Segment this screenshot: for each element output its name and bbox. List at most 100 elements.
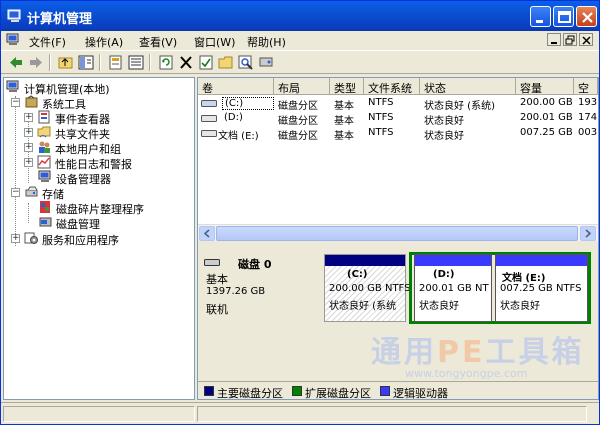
drive-icon [201, 130, 217, 137]
system-menu-icon[interactable] [6, 33, 21, 47]
column-header-free[interactable]: 空 [574, 78, 598, 95]
free-cell: 193 [578, 97, 598, 108]
tree-label: 磁盘管理 [56, 218, 100, 231]
scroll-left-button[interactable] [199, 226, 215, 241]
toolbar [1, 50, 599, 74]
disk-icon [204, 259, 220, 266]
horizontal-scrollbar[interactable] [198, 224, 598, 241]
menu-view[interactable]: 查看(V) [139, 34, 177, 50]
partition-bar [415, 255, 491, 266]
scroll-thumb[interactable] [216, 226, 578, 241]
column-header-volume[interactable]: 卷 [198, 78, 274, 95]
disk-name: 磁盘 0 [238, 258, 272, 271]
legend-label-extended: 扩展磁盘分区 [305, 387, 371, 400]
column-header-layout[interactable]: 布局 [274, 78, 330, 95]
export-list-icon[interactable] [127, 54, 145, 71]
capacity-cell: 200.01 GB [520, 112, 573, 123]
properties-icon[interactable] [107, 54, 125, 71]
collapse-icon[interactable]: − [11, 98, 20, 107]
column-header-filesystem[interactable]: 文件系统 [364, 78, 420, 95]
disk-management-icon [39, 217, 52, 227]
tree-item-device-manager[interactable]: 设备管理器 [38, 170, 190, 186]
tree-item-disk-management[interactable]: 磁盘管理 [38, 215, 190, 231]
menu-file[interactable]: 文件(F) [29, 34, 66, 50]
refresh-icon[interactable] [157, 54, 175, 71]
close-button[interactable] [576, 6, 597, 27]
volume-cell: 文档 (E:) [218, 131, 259, 142]
drive-icon [201, 115, 217, 122]
expand-icon[interactable]: + [24, 128, 33, 137]
collapse-icon[interactable]: − [11, 188, 20, 197]
partition-size: 007.25 GB NTFS [500, 283, 582, 294]
volume-cell: (C:) [222, 97, 274, 110]
mdi-restore-button[interactable] [563, 33, 577, 46]
menu-window[interactable]: 窗口(W) [194, 34, 235, 50]
column-header-capacity[interactable]: 容量 [516, 78, 574, 95]
disk-properties-icon[interactable] [257, 54, 275, 71]
up-folder-icon[interactable] [57, 54, 75, 71]
column-header-type[interactable]: 类型 [330, 78, 364, 95]
tree-item-event-viewer[interactable]: + 事件查看器 [24, 110, 190, 126]
event-viewer-icon [38, 110, 50, 124]
partition-bar [496, 255, 587, 266]
column-header-status[interactable]: 状态 [420, 78, 516, 95]
tree-item-shared-folders[interactable]: + 共享文件夹 [24, 125, 190, 141]
tree-label: 服务和应用程序 [42, 234, 119, 247]
maximize-button[interactable] [553, 6, 574, 27]
tree-item-local-users[interactable]: + 本地用户和组 [24, 140, 190, 156]
tree-item-services[interactable]: + 服务和应用程序 [10, 231, 190, 247]
table-row[interactable]: (C:) 磁盘分区 基本 NTFS 状态良好 (系统) 200.00 GB 19… [198, 96, 598, 112]
disk-size: 1397.26 GB [206, 286, 266, 297]
status-bar [1, 402, 599, 424]
defrag-icon [40, 201, 50, 213]
watermark-logo: 通用PE工具箱 [371, 335, 585, 370]
volume-cell: (D:) [224, 112, 243, 123]
delete-icon[interactable] [177, 54, 195, 71]
filesystem-cell: NTFS [368, 127, 394, 138]
scroll-right-button[interactable] [580, 226, 596, 241]
tree-connector [15, 96, 16, 246]
minimize-button[interactable] [530, 6, 551, 27]
computer-management-window: 计算机管理 文件(F) 操作(A) 查看(V) 窗口(W) 帮助(H) 计算机管… [0, 0, 600, 425]
partition-size: 200.01 GB NT [419, 283, 489, 294]
tree-item-storage[interactable]: − 存储 [10, 185, 190, 201]
show-hide-tree-icon[interactable] [77, 54, 95, 71]
forward-arrow-icon[interactable] [27, 54, 45, 71]
back-arrow-icon[interactable] [7, 54, 25, 71]
partition-status: 状态良好 [419, 301, 459, 312]
table-row[interactable]: 文档 (E:) 磁盘分区 基本 NTFS 状态良好 007.25 GB 003 [198, 126, 598, 142]
check-icon[interactable] [197, 54, 215, 71]
disk-type: 基本 [206, 273, 228, 286]
mdi-minimize-button[interactable] [547, 33, 561, 46]
tree-item-root[interactable]: 计算机管理(本地) [6, 80, 192, 96]
watermark-url: www.tongyongpe.com [405, 367, 528, 380]
storage-icon [25, 186, 38, 197]
expand-icon[interactable]: + [11, 234, 20, 243]
toolbar-separator [149, 54, 151, 71]
type-cell: 基本 [334, 116, 354, 127]
partition-d[interactable]: (D:) 200.01 GB NT 状态良好 [414, 254, 492, 322]
open-folder-icon[interactable] [217, 54, 235, 71]
legend-label-logical: 逻辑驱动器 [393, 387, 448, 400]
expand-icon[interactable]: + [24, 158, 33, 167]
legend-label-primary: 主要磁盘分区 [217, 387, 283, 400]
free-cell: 174 [578, 112, 598, 123]
capacity-cell: 007.25 GB [520, 127, 573, 138]
filesystem-cell: NTFS [368, 97, 394, 108]
expand-icon[interactable]: + [24, 143, 33, 152]
partition-e[interactable]: 文档 (E:) 007.25 GB NTFS 状态良好 [495, 254, 588, 322]
partition-c[interactable]: (C:) 200.00 GB NTFS 状态良好 (系统 [324, 254, 410, 322]
disk-info-panel[interactable]: 磁盘 0 基本 1397.26 GB 联机 [202, 254, 320, 324]
menu-help[interactable]: 帮助(H) [247, 34, 286, 50]
tree-item-defrag[interactable]: 磁盘碎片整理程序 [38, 200, 190, 216]
tree-item-perf-logs[interactable]: + 性能日志和警报 [24, 155, 190, 171]
title-bar[interactable]: 计算机管理 [1, 1, 599, 31]
search-icon[interactable] [237, 54, 255, 71]
mdi-close-button[interactable] [579, 33, 593, 46]
menu-action[interactable]: 操作(A) [85, 34, 123, 50]
layout-cell: 磁盘分区 [278, 101, 318, 112]
device-manager-icon [38, 170, 51, 182]
table-row[interactable]: (D:) 磁盘分区 基本 NTFS 状态良好 200.01 GB 174 [198, 111, 598, 127]
tree-item-system-tools[interactable]: − 系统工具 [10, 95, 190, 111]
expand-icon[interactable]: + [24, 113, 33, 122]
